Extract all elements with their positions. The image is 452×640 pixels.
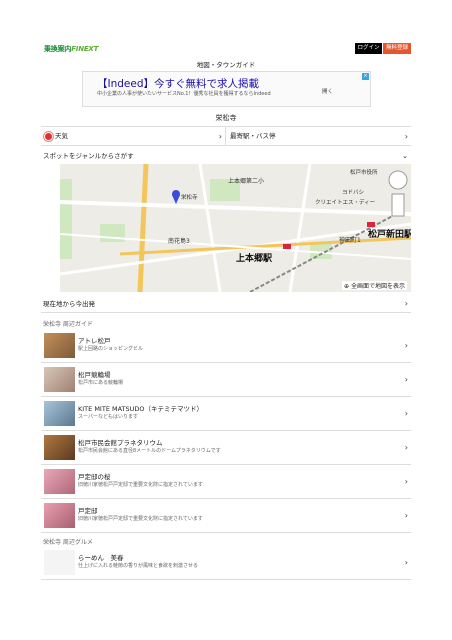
guide-item[interactable]: アトレ松戸 駅上回路のショッピングビル › (41, 329, 411, 363)
ad-open-link[interactable]: 開く (322, 87, 333, 95)
guide-thumbnail (44, 469, 75, 494)
guide-item[interactable]: 戸定邸 旧徳川家徳松戸戸定邸で重要文化財に指定されています › (41, 499, 411, 533)
guide-thumbnail (44, 333, 75, 358)
register-button[interactable]: 無料登録 (383, 43, 411, 54)
ad-title[interactable]: 【Indeed】今すぐ無料で求人掲載 (97, 76, 259, 91)
logo-brand-text: FINEXT (71, 45, 99, 53)
map-graphic: 上本郷第二小 栄松寺 南花島3 上本郷駅 松戸新田駅 ヨドバシ 神田町1 クリエ… (60, 164, 411, 292)
guide-item-desc: 旧徳川家徳松戸戸定邸で重要文化財に指定されています (78, 482, 203, 488)
chevron-right-icon: › (404, 341, 408, 350)
gourmet-item-name: らーめん 美春 (78, 554, 124, 562)
quick-links: 天気 › 最寄駅・バス停 › (41, 126, 411, 146)
gourmet-section-title: 栄松寺 周辺グルメ (43, 539, 93, 546)
guide-item[interactable]: 戸定邸の桜 旧徳川家徳松戸戸定邸で重要文化財に指定されています › (41, 465, 411, 499)
route-from-here-link[interactable]: 現在地から今出発 › (41, 295, 411, 313)
guide-item-desc: 旧徳川家徳松戸戸定邸で重要文化財に指定されています (78, 516, 203, 522)
site-logo[interactable]: 乗換案内FINEXT (44, 44, 98, 54)
guide-item-name: 松戸競輪場 (78, 371, 111, 379)
guide-thumbnail (44, 503, 75, 528)
guide-thumbnail (44, 401, 75, 426)
map-label: 上本郷第二小 (228, 177, 264, 185)
chevron-right-icon: › (218, 132, 222, 141)
weather-link[interactable]: 天気 › (41, 127, 226, 146)
genre-search-label: スポットをジャンルからさがす (43, 152, 134, 160)
map-label: 上本郷駅 (236, 252, 273, 264)
guide-thumbnail (44, 435, 75, 460)
login-button[interactable]: ログイン (355, 43, 382, 54)
map-label: 神田町1 (339, 236, 361, 244)
ad-close-icon[interactable]: × (362, 73, 369, 80)
guide-item[interactable]: 松戸市民会館プラネタリウム 松戸市民会館にある直径8メートルのドームプラネタリウ… (41, 431, 411, 465)
map-label: 松戸新田駅 (368, 228, 411, 240)
full-screen-map-label: 全画面で地図を表示 (350, 283, 405, 290)
chevron-right-icon: › (404, 477, 408, 486)
gourmet-item-desc: 仕上げに入れる鮭節の香りが風味と食欲を刺激させる (78, 563, 199, 569)
gourmet-item[interactable]: らーめん 美春 仕上げに入れる鮭節の香りが風味と食欲を刺激させる › (41, 546, 411, 580)
guide-item-desc: 駅上回路のショッピングビル (78, 346, 144, 352)
guide-item-desc: 松戸市にある競輪場 (78, 380, 124, 386)
map-label: 松戸市役所 (350, 168, 378, 176)
map-label: ヨドバシ (342, 189, 364, 196)
full-screen-map-link[interactable]: ⊕ 全画面で地図を表示 (342, 281, 407, 290)
guide-item[interactable]: KITE MITE MATSUDO（キテミテマツド） スーパーなどもはいります … (41, 397, 411, 431)
chevron-right-icon: › (404, 298, 408, 308)
chevron-right-icon: › (404, 409, 408, 418)
chevron-down-icon: ⌄ (402, 152, 408, 160)
chevron-right-icon: › (404, 132, 408, 141)
nearest-station-link[interactable]: 最寄駅・バス停 › (226, 127, 411, 146)
map-label: 南花島3 (168, 237, 190, 245)
area-map[interactable]: 上本郷第二小 栄松寺 南花島3 上本郷駅 松戸新田駅 ヨドバシ 神田町1 クリエ… (60, 164, 411, 292)
guide-section-title: 栄松寺 周辺ガイド (43, 321, 93, 328)
chevron-right-icon: › (404, 558, 408, 567)
guide-item[interactable]: 松戸競輪場 松戸市にある競輪場 › (41, 363, 411, 397)
guide-item-name: アトレ松戸 (78, 337, 111, 345)
nearest-station-label: 最寄駅・バス停 (230, 132, 276, 140)
ad-description: 中小企業の人事が使いたいサービスNo.1！優秀な社員を獲得するならIndeed (97, 91, 271, 97)
guide-item-desc: スーパーなどもはいります (78, 414, 138, 420)
place-title: 栄松寺 (215, 114, 237, 122)
page-subtitle: 地図・タウンガイド (196, 61, 256, 69)
guide-item-name: 松戸市民会館プラネタリウム (78, 439, 163, 447)
guide-thumbnail (44, 367, 75, 392)
weather-label: 天気 (55, 132, 68, 140)
logo-main-text: 乗換案内 (44, 45, 72, 53)
ad-banner[interactable]: 【Indeed】今すぐ無料で求人掲載 中小企業の人事が使いたいサービスNo.1！… (82, 71, 371, 107)
route-from-here-label: 現在地から今出発 (43, 300, 95, 308)
genre-search-toggle[interactable]: スポットをジャンルからさがす ⌄ (41, 148, 411, 164)
chevron-right-icon: › (404, 443, 408, 452)
guide-item-desc: 松戸市民会館にある直径8メートルのドームプラネタリウムです (78, 448, 221, 454)
guide-item-name: KITE MITE MATSUDO（キテミテマツド） (78, 405, 204, 413)
chevron-right-icon: › (404, 375, 408, 384)
map-label: クリエイトエス・ディー (315, 198, 375, 206)
map-label: 栄松寺 (181, 193, 198, 201)
guide-item-name: 戸定邸の桜 (78, 473, 111, 481)
chevron-right-icon: › (404, 511, 408, 520)
weather-sun-icon (45, 132, 52, 140)
guide-item-name: 戸定邸 (78, 507, 98, 515)
gourmet-thumbnail (44, 550, 75, 575)
